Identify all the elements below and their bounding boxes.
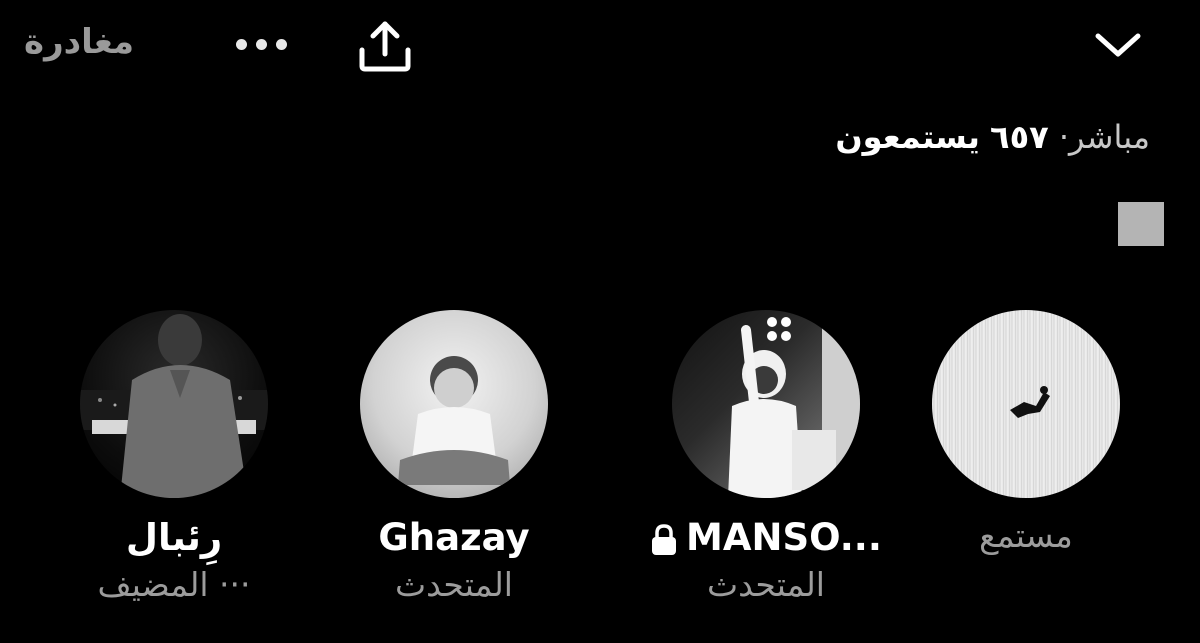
participant-listener[interactable]: مستمع bbox=[896, 310, 1156, 555]
chevron-down-icon[interactable] bbox=[1092, 28, 1144, 62]
live-label: مباشر· bbox=[1058, 118, 1150, 156]
ellipsis-icon[interactable] bbox=[236, 36, 296, 52]
avatar bbox=[80, 310, 268, 498]
share-icon[interactable] bbox=[354, 18, 416, 74]
abstract-photo bbox=[932, 310, 1120, 498]
man-photo bbox=[728, 310, 860, 498]
participant-name: MANSO... bbox=[636, 516, 896, 559]
live-status: مباشر· ٦٥٧ يستمعون bbox=[835, 118, 1150, 156]
participant-role: المتحدث bbox=[707, 565, 825, 604]
participant-role: مستمع bbox=[979, 516, 1073, 555]
child-photo bbox=[398, 356, 510, 485]
person-photo bbox=[80, 314, 268, 498]
avatar bbox=[932, 310, 1120, 498]
participant-name: رِئبال bbox=[125, 516, 223, 559]
placeholder-square bbox=[1118, 202, 1164, 246]
space-screen: مغادرة مباشر· ٦٥٧ يستمعون رِئبال ··· الم… bbox=[0, 0, 1200, 643]
participant-name: Ghazay bbox=[378, 516, 530, 559]
participant-host[interactable]: رِئبال ··· المضيف bbox=[44, 310, 304, 604]
participant-role: ··· المضيف bbox=[97, 565, 251, 604]
leave-button[interactable]: مغادرة bbox=[24, 22, 134, 62]
avatar bbox=[672, 310, 860, 498]
listener-count: ٦٥٧ bbox=[990, 118, 1049, 156]
participant-role: المتحدث bbox=[395, 565, 513, 604]
listeners-label: يستمعون bbox=[835, 118, 980, 156]
dot bbox=[236, 38, 247, 50]
dot bbox=[276, 38, 287, 50]
dot bbox=[256, 38, 267, 50]
participant-speaker-ghazay[interactable]: Ghazay المتحدث bbox=[324, 310, 584, 604]
lock-icon bbox=[652, 523, 677, 555]
participant-speaker-manso[interactable]: MANSO... المتحدث bbox=[636, 310, 896, 604]
participant-name-text: MANSO... bbox=[686, 516, 882, 559]
avatar bbox=[360, 310, 548, 498]
